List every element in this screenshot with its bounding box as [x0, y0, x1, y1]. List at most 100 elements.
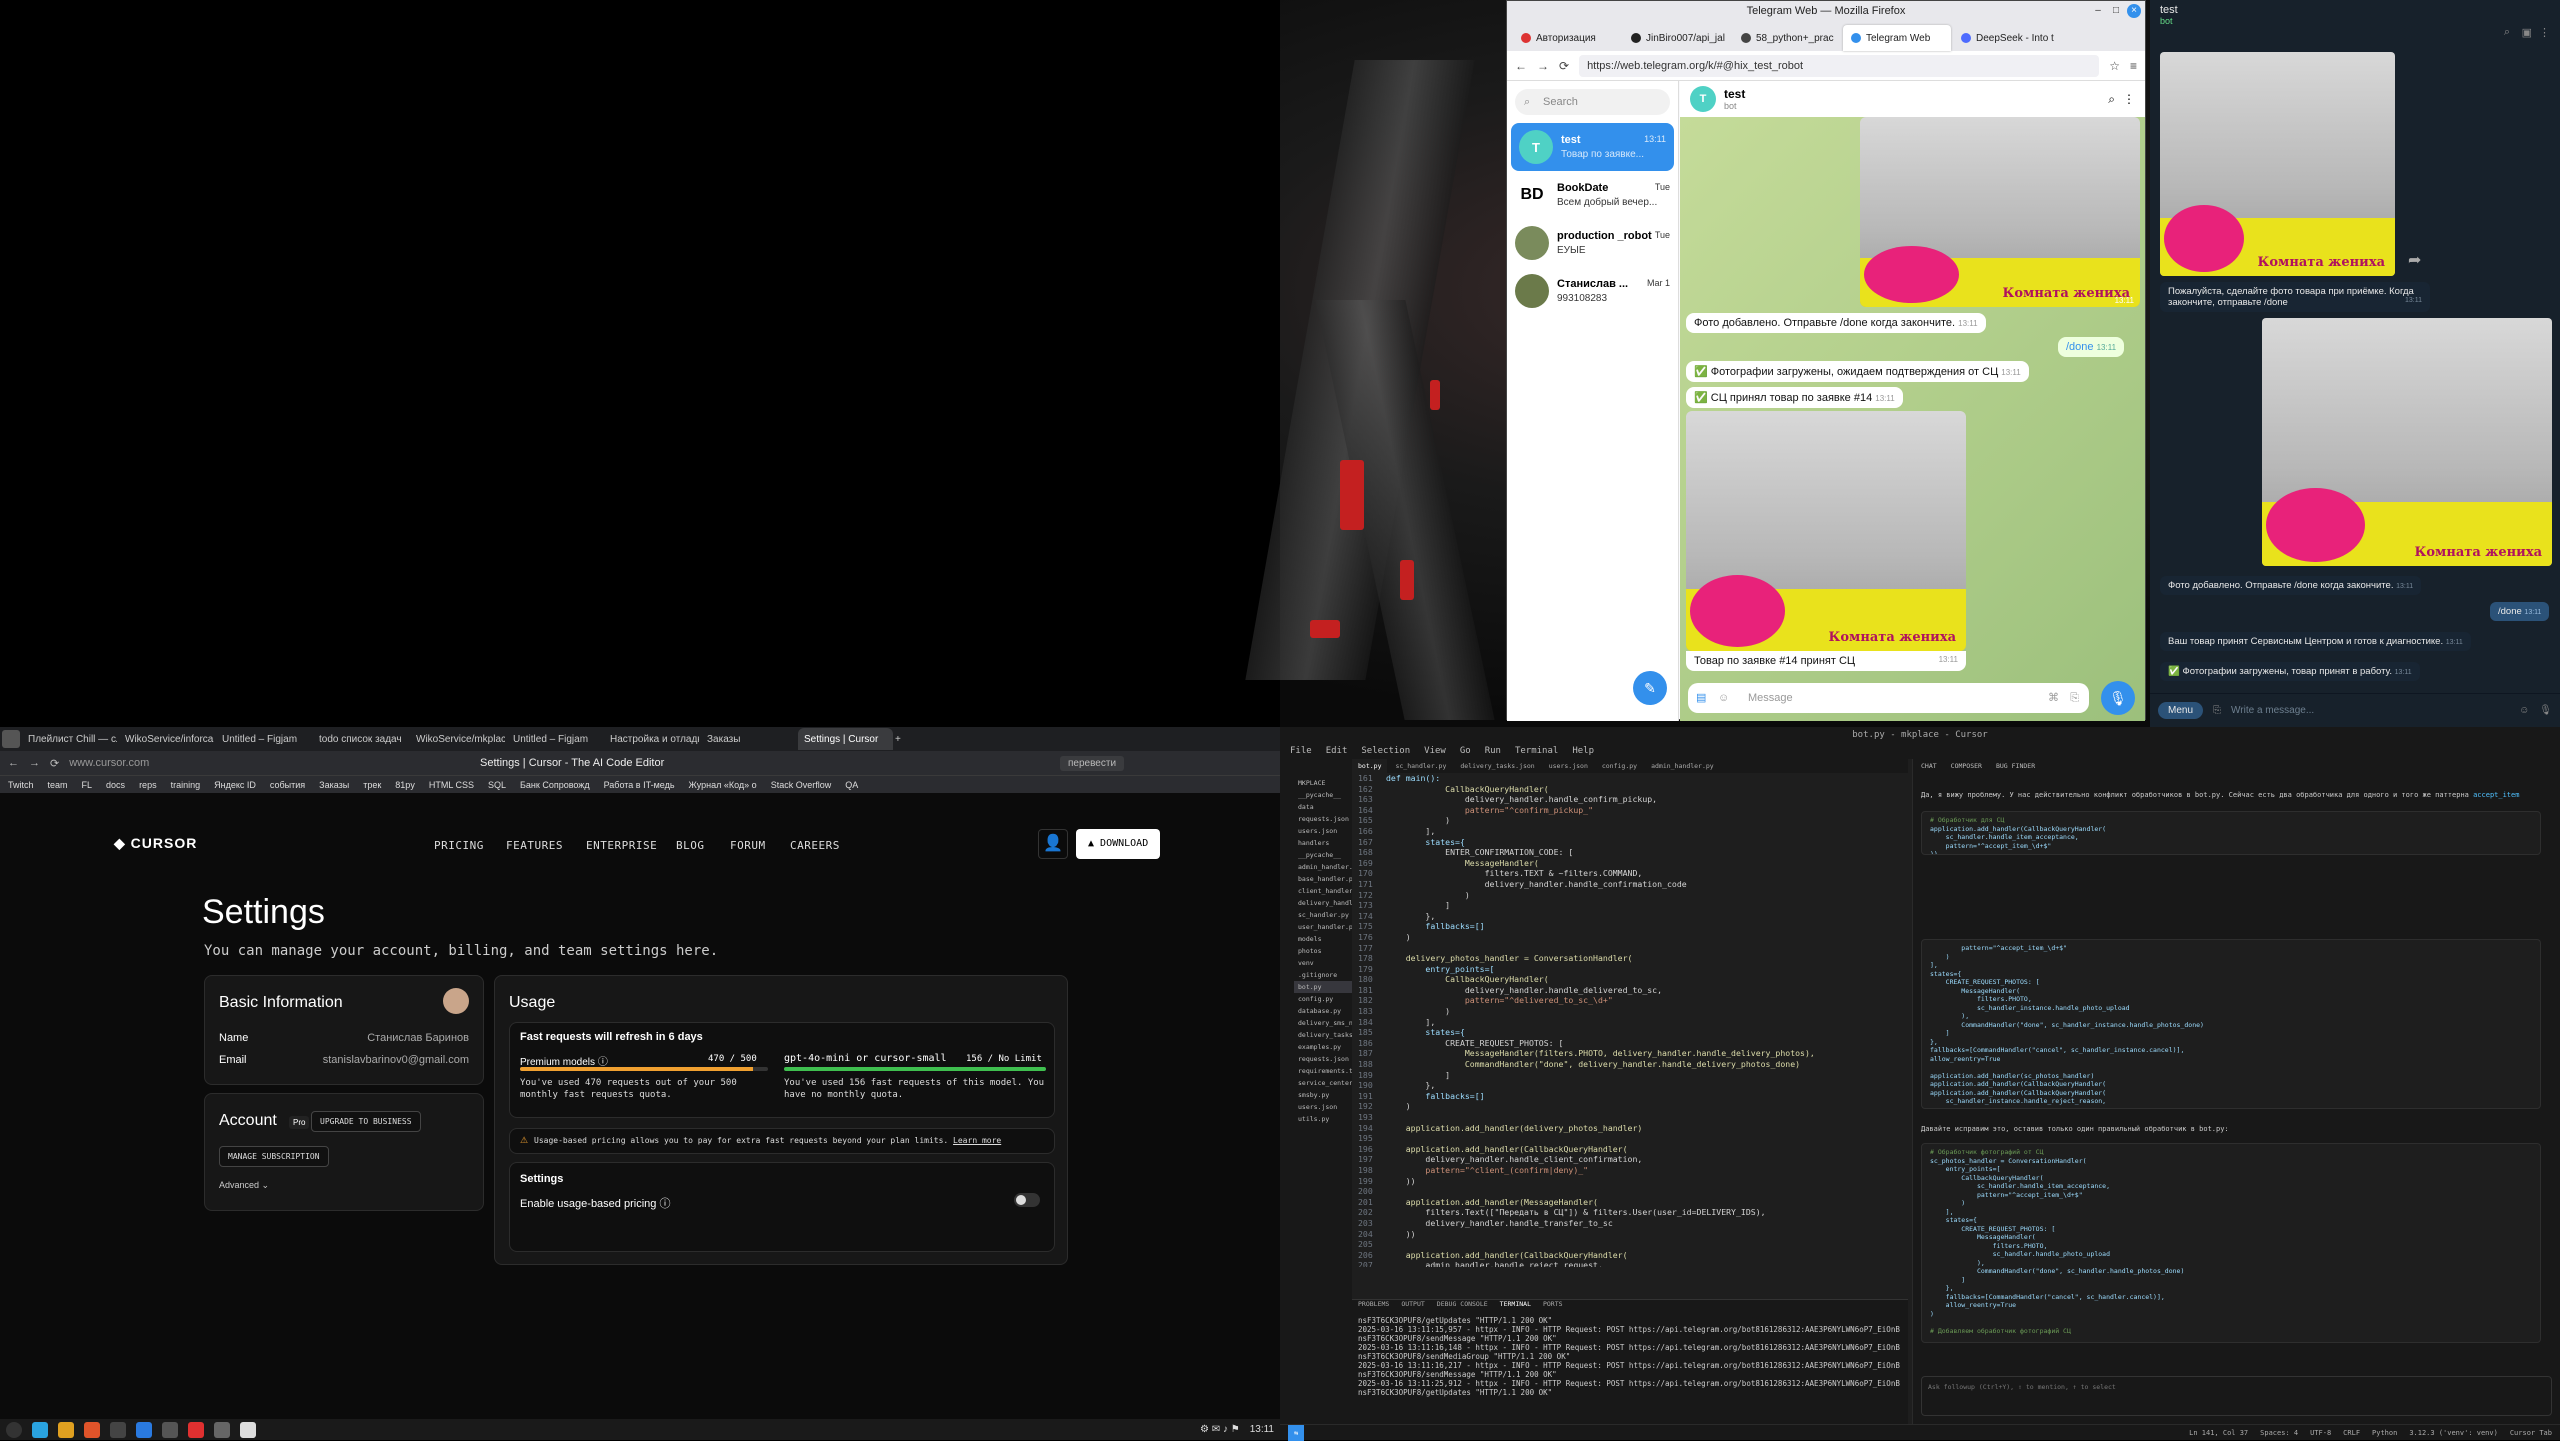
- chat-tab[interactable]: BUG FINDER: [1996, 762, 2035, 770]
- tab-cursor-settings[interactable]: Settings | Cursor: [798, 728, 893, 750]
- bookmark[interactable]: HTML CSS: [429, 780, 474, 790]
- menu-edit[interactable]: Edit: [1326, 746, 1348, 756]
- explorer-item[interactable]: users.json: [1294, 1101, 1352, 1113]
- photo-message[interactable]: Комната жениха: [2262, 318, 2552, 566]
- status-cursor-tab[interactable]: Cursor Tab: [2510, 1429, 2552, 1437]
- bookmark[interactable]: Банк Сопровожд: [520, 780, 590, 790]
- tab[interactable]: Настройка и отладка: [604, 728, 699, 750]
- bookmark[interactable]: reps: [139, 780, 157, 790]
- more-icon[interactable]: ⋮: [2539, 26, 2550, 39]
- explorer-item[interactable]: admin_handler.py: [1294, 861, 1352, 873]
- more-icon[interactable]: ⋮: [2123, 92, 2135, 106]
- menu-run[interactable]: Run: [1485, 746, 1501, 756]
- explorer-item[interactable]: handlers: [1294, 837, 1352, 849]
- tab[interactable]: Untitled – Figjam: [216, 728, 311, 750]
- tab[interactable]: todo список задач: [313, 728, 408, 750]
- reload-icon[interactable]: ⟳: [50, 757, 59, 770]
- start-menu-icon[interactable]: [6, 1421, 22, 1438]
- menu-terminal[interactable]: Terminal: [1515, 746, 1558, 756]
- microphone-icon[interactable]: 🎙: [2539, 705, 2552, 716]
- minimize-icon[interactable]: –: [2091, 4, 2105, 18]
- bot-menu-button[interactable]: Menu: [2158, 702, 2204, 719]
- app-icon[interactable]: [162, 1421, 178, 1438]
- search-icon[interactable]: ⌕: [2504, 26, 2510, 39]
- remote-icon[interactable]: ⇆: [1288, 1424, 1305, 1441]
- new-tab-icon[interactable]: +: [895, 734, 901, 745]
- chat-input[interactable]: Ask followup (Ctrl+Y), ⇧ to mention, ↑ t…: [1921, 1376, 2552, 1416]
- status-interpreter[interactable]: 3.12.3 ('venv': venv): [2409, 1429, 2498, 1437]
- tab-github-api[interactable]: JinBiro007/api_jal: [1623, 25, 1731, 51]
- editor-tab[interactable]: delivery_tasks.json: [1454, 759, 1540, 773]
- vscode-icon[interactable]: [136, 1421, 152, 1438]
- explorer-item[interactable]: __pycache__: [1294, 789, 1352, 801]
- status-encoding[interactable]: UTF-8: [2310, 1429, 2331, 1437]
- url-bar[interactable]: www.cursor.com: [69, 757, 149, 769]
- forward-icon[interactable]: →: [29, 757, 40, 769]
- commands-icon[interactable]: ⌘: [2048, 683, 2059, 713]
- editor-tab[interactable]: config.py: [1596, 759, 1643, 773]
- photo-message[interactable]: Комната жениха: [1686, 411, 1966, 651]
- nav-pricing[interactable]: PRICING: [434, 839, 484, 852]
- status-eol[interactable]: CRLF: [2343, 1429, 2360, 1437]
- back-icon[interactable]: ←: [1515, 59, 1527, 73]
- translate-button[interactable]: перевести: [1060, 755, 1125, 771]
- cursor-logo[interactable]: ◆ CURSOR: [114, 835, 197, 852]
- explorer-item[interactable]: .gitignore: [1294, 969, 1352, 981]
- explorer-item[interactable]: client_handler.py: [1294, 885, 1352, 897]
- download-button[interactable]: ▲ DOWNLOAD: [1076, 829, 1161, 859]
- menu-icon[interactable]: ≡: [2130, 59, 2137, 73]
- panel-tab[interactable]: OUTPUT: [1401, 1300, 1424, 1312]
- explorer-item[interactable]: users.json: [1294, 825, 1352, 837]
- bookmark[interactable]: training: [171, 780, 201, 790]
- explorer-item[interactable]: service_centers.json: [1294, 1077, 1352, 1089]
- chat-item-bookdate[interactable]: BD BookDate Tue Всем добрый вечер...: [1507, 171, 1678, 219]
- panel-tab[interactable]: PROBLEMS: [1358, 1300, 1389, 1312]
- bookmark[interactable]: трек: [363, 780, 381, 790]
- explorer-item[interactable]: user_handler.py: [1294, 921, 1352, 933]
- bookmark[interactable]: Stack Overflow: [771, 780, 832, 790]
- panel-tab[interactable]: TERMINAL: [1500, 1300, 1531, 1312]
- explorer-item[interactable]: smsby.py: [1294, 1089, 1352, 1101]
- bookmark[interactable]: Журнал «Код» о: [689, 780, 757, 790]
- folder-icon[interactable]: [58, 1421, 74, 1438]
- usage-pricing-toggle[interactable]: [1014, 1193, 1040, 1207]
- chat-item-test[interactable]: T test 13:11 Товар по заявке...: [1511, 123, 1674, 171]
- attach-icon[interactable]: ⎘: [2213, 705, 2221, 716]
- bookmark[interactable]: SQL: [488, 780, 506, 790]
- explorer-item[interactable]: models: [1294, 933, 1352, 945]
- explorer-item[interactable]: requests.json: [1294, 1053, 1352, 1065]
- yandex-browser-icon[interactable]: [188, 1421, 204, 1438]
- tab[interactable]: Untitled – Figjam: [507, 728, 602, 750]
- chat-tab[interactable]: COMPOSER: [1951, 762, 1982, 770]
- tab-telegram-web[interactable]: Telegram Web: [1843, 25, 1951, 51]
- panel-tab[interactable]: PORTS: [1543, 1300, 1563, 1312]
- nav-features[interactable]: FEATURES: [506, 839, 563, 852]
- message-input[interactable]: ▤ ☺ Message ⌘ ⎘: [1688, 683, 2089, 713]
- tab[interactable]: WikoService/inforcar: [119, 728, 214, 750]
- nav-forum[interactable]: FORUM: [730, 839, 766, 852]
- explorer-item[interactable]: venv: [1294, 957, 1352, 969]
- panel-tab[interactable]: DEBUG CONSOLE: [1437, 1300, 1488, 1312]
- editor-tab[interactable]: bot.py: [1352, 759, 1388, 773]
- bookmark-star-icon[interactable]: ☆: [2109, 59, 2120, 73]
- tab[interactable]: WikoService/mkplace: [410, 728, 505, 750]
- emoji-icon[interactable]: ☺: [2519, 705, 2529, 716]
- nav-blog[interactable]: BLOG: [676, 839, 705, 852]
- explorer-item[interactable]: sc_handler.py: [1294, 909, 1352, 921]
- reload-icon[interactable]: ⟳: [1559, 59, 1569, 73]
- bookmark[interactable]: docs: [106, 780, 125, 790]
- explorer-item[interactable]: photos: [1294, 945, 1352, 957]
- editor-tab[interactable]: users.json: [1543, 759, 1594, 773]
- bookmark[interactable]: QA: [845, 780, 858, 790]
- menu-go[interactable]: Go: [1460, 746, 1471, 756]
- code-content[interactable]: 161 def main(): 162 CallbackQueryHandler(1…: [1352, 773, 1908, 1267]
- upgrade-button[interactable]: UPGRADE TO BUSINESS: [311, 1111, 421, 1132]
- explorer-item[interactable]: config.py: [1294, 993, 1352, 1005]
- explorer-item[interactable]: requests.json: [1294, 813, 1352, 825]
- bookmark[interactable]: team: [48, 780, 68, 790]
- telegram-icon[interactable]: [32, 1421, 48, 1438]
- close-icon[interactable]: ×: [2127, 4, 2141, 18]
- explorer-item[interactable]: utils.py: [1294, 1113, 1352, 1125]
- attach-icon[interactable]: ⎘: [2070, 683, 2079, 713]
- menu-selection[interactable]: Selection: [1361, 746, 1410, 756]
